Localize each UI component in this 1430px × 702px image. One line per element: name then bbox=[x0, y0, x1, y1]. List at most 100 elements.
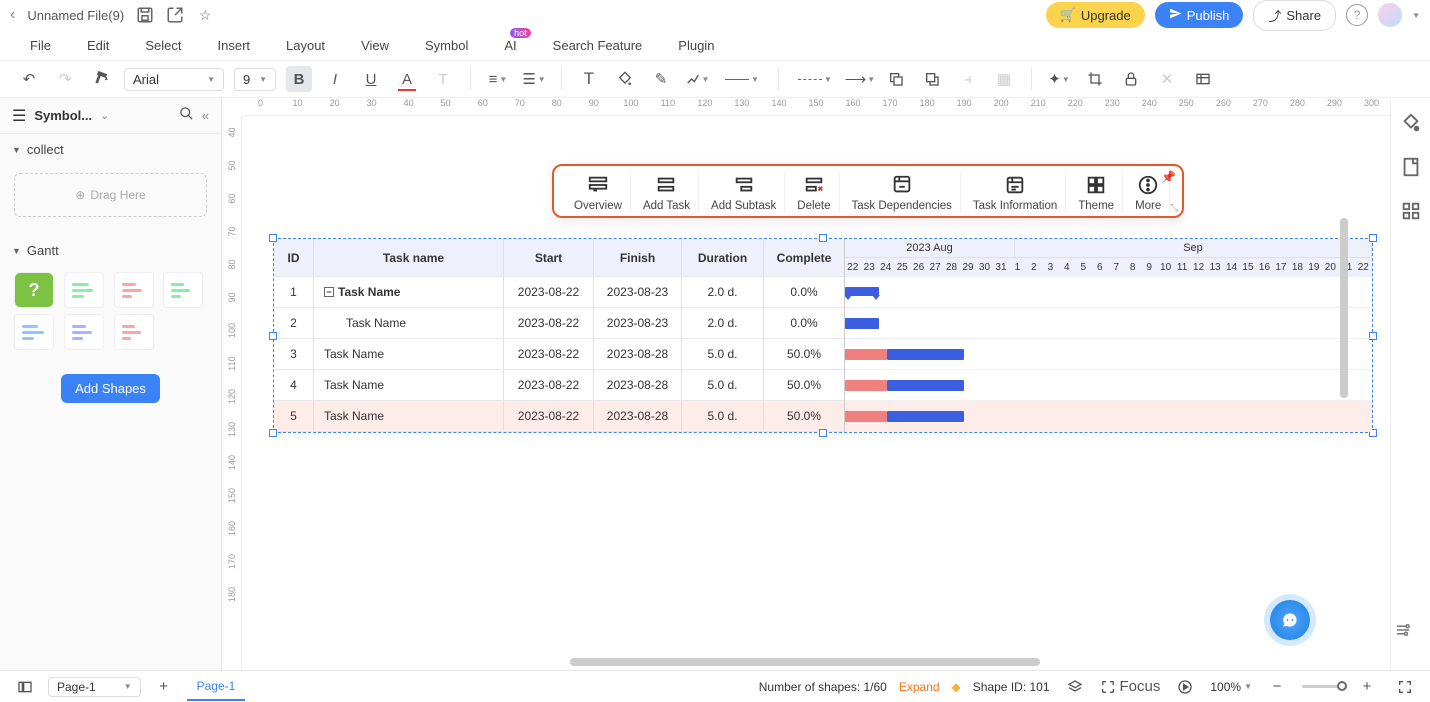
layers-icon[interactable] bbox=[1062, 674, 1088, 700]
tools-button[interactable]: ✕ bbox=[1154, 66, 1180, 92]
outline-toggle-icon[interactable] bbox=[12, 674, 38, 700]
horizontal-scrollbar[interactable] bbox=[240, 658, 1380, 668]
resize-handle[interactable] bbox=[1369, 234, 1377, 242]
menu-edit[interactable]: Edit bbox=[87, 38, 109, 53]
menu-file[interactable]: File bbox=[30, 38, 51, 53]
save-icon[interactable] bbox=[136, 6, 154, 24]
help-shape[interactable]: ? bbox=[14, 272, 54, 308]
page-panel-icon[interactable] bbox=[1400, 156, 1422, 178]
crop-button[interactable] bbox=[1082, 66, 1108, 92]
zoom-in-button[interactable]: + bbox=[1354, 674, 1380, 700]
insert-table-button[interactable] bbox=[1190, 66, 1216, 92]
align-left-obj-button[interactable]: ⫞ bbox=[955, 66, 981, 92]
menu-symbol[interactable]: Symbol bbox=[425, 38, 468, 53]
table-row[interactable]: 1−Task Name2023-08-222023-08-232.0 d.0.0… bbox=[274, 277, 844, 308]
menu-plugin[interactable]: Plugin bbox=[678, 38, 714, 53]
arrow-style-button[interactable]: ⟶▼ bbox=[847, 66, 873, 92]
redo-button[interactable]: ↷ bbox=[52, 66, 78, 92]
lock-button[interactable] bbox=[1118, 66, 1144, 92]
bold-button[interactable]: B bbox=[286, 66, 312, 92]
help-button[interactable]: ? bbox=[1346, 4, 1368, 26]
play-icon[interactable] bbox=[1172, 674, 1198, 700]
table-row[interactable]: 3Task Name2023-08-222023-08-285.0 d.50.0… bbox=[274, 339, 844, 370]
menu-view[interactable]: View bbox=[361, 38, 389, 53]
task-information-button[interactable]: Task Information bbox=[965, 174, 1066, 212]
search-icon[interactable] bbox=[179, 106, 194, 126]
connector-button[interactable]: ▼ bbox=[684, 66, 710, 92]
fullscreen-button[interactable] bbox=[1392, 674, 1418, 700]
fill-panel-icon[interactable] bbox=[1400, 112, 1422, 134]
collapse-sidebar-icon[interactable]: « bbox=[202, 108, 209, 123]
table-row[interactable]: 4Task Name2023-08-222023-08-285.0 d.50.0… bbox=[274, 370, 844, 401]
menu-layout[interactable]: Layout bbox=[286, 38, 325, 53]
table-row[interactable]: 5Task Name2023-08-222023-08-285.0 d.50.0… bbox=[274, 401, 844, 432]
undo-button[interactable]: ↶ bbox=[16, 66, 42, 92]
section-collect[interactable]: ▼collect bbox=[0, 134, 221, 165]
effects-button[interactable]: ✦▼ bbox=[1046, 66, 1072, 92]
fill-button[interactable] bbox=[612, 66, 638, 92]
underline-button[interactable]: U bbox=[358, 66, 384, 92]
table-row[interactable]: 2Task Name2023-08-222023-08-232.0 d.0.0% bbox=[274, 308, 844, 339]
behind-button[interactable] bbox=[883, 66, 909, 92]
font-color-button[interactable]: A bbox=[394, 66, 420, 92]
user-avatar[interactable] bbox=[1378, 3, 1402, 27]
add-page-button[interactable]: + bbox=[151, 674, 177, 700]
canvas-settings-icon[interactable] bbox=[1394, 621, 1412, 644]
menu-select[interactable]: Select bbox=[145, 38, 181, 53]
resize-handle[interactable] bbox=[819, 429, 827, 437]
font-size-select[interactable]: 9▼ bbox=[234, 68, 276, 91]
expand-link[interactable]: Expand bbox=[899, 680, 940, 694]
upgrade-button[interactable]: 🛒 Upgrade bbox=[1046, 2, 1145, 28]
vertical-scrollbar[interactable] bbox=[1340, 218, 1348, 398]
export-icon[interactable] bbox=[166, 6, 184, 24]
overview-button[interactable]: Overview bbox=[566, 174, 631, 212]
line-style-dash[interactable]: ▼ bbox=[793, 70, 837, 88]
avatar-dropdown[interactable]: ▼ bbox=[1412, 11, 1420, 20]
pin-icon[interactable]: 📌 bbox=[1161, 170, 1176, 184]
pen-tool-button[interactable]: ✎ bbox=[648, 66, 674, 92]
resize-handle[interactable] bbox=[269, 332, 277, 340]
gantt-shape-4[interactable] bbox=[14, 314, 54, 350]
gantt-shape-5[interactable] bbox=[64, 314, 104, 350]
align-v-button[interactable]: ☰▼ bbox=[521, 66, 547, 92]
canvas[interactable]: 0102030405060708090100110120130140150160… bbox=[222, 98, 1390, 672]
line-style-solid[interactable]: ▼ bbox=[720, 70, 764, 88]
drag-here-zone[interactable]: ⊕Drag Here bbox=[14, 173, 207, 217]
back-button[interactable]: ‹ bbox=[10, 6, 15, 24]
add-task-button[interactable]: Add Task bbox=[635, 174, 699, 212]
italic-button[interactable]: I bbox=[322, 66, 348, 92]
gantt-chart-object[interactable]: ID Task name Start Finish Duration Compl… bbox=[273, 238, 1373, 433]
publish-button[interactable]: Publish bbox=[1155, 2, 1244, 28]
highlight-button[interactable]: T bbox=[430, 66, 456, 92]
theme-button[interactable]: Theme bbox=[1070, 174, 1123, 212]
gantt-shape-1[interactable] bbox=[64, 272, 104, 308]
front-button[interactable] bbox=[919, 66, 945, 92]
focus-mode-icon[interactable]: Focus bbox=[1100, 674, 1161, 700]
distribute-button[interactable]: ▦ bbox=[991, 66, 1017, 92]
menu-insert[interactable]: Insert bbox=[218, 38, 251, 53]
page-tab[interactable]: Page-1 bbox=[187, 673, 246, 701]
add-shapes-button[interactable]: Add Shapes bbox=[61, 374, 160, 403]
menu-ai[interactable]: AIhot bbox=[504, 38, 516, 53]
resize-handle[interactable] bbox=[269, 234, 277, 242]
resize-handle[interactable] bbox=[819, 234, 827, 242]
favorite-icon[interactable]: ◆ bbox=[952, 680, 961, 694]
format-painter-icon[interactable] bbox=[88, 66, 114, 92]
menu-search[interactable]: Search Feature bbox=[553, 38, 643, 53]
sidebar-expand-icon[interactable]: ⌄ bbox=[100, 109, 109, 122]
resize-handle-icon[interactable]: ⤡ bbox=[1170, 203, 1178, 214]
gantt-shape-3[interactable] bbox=[163, 272, 203, 308]
apps-panel-icon[interactable] bbox=[1400, 200, 1422, 222]
page-select[interactable]: Page-1▼ bbox=[48, 677, 141, 697]
font-select[interactable]: Arial▼ bbox=[124, 68, 224, 91]
task-dependencies-button[interactable]: Task Dependencies bbox=[844, 174, 961, 212]
zoom-out-button[interactable]: − bbox=[1264, 674, 1290, 700]
delete-task-button[interactable]: Delete bbox=[789, 174, 839, 212]
chat-assistant-button[interactable] bbox=[1270, 600, 1310, 640]
text-tool-button[interactable]: T bbox=[576, 66, 602, 92]
star-icon[interactable]: ☆ bbox=[196, 6, 214, 24]
resize-handle[interactable] bbox=[269, 429, 277, 437]
section-gantt[interactable]: ▼Gantt bbox=[0, 235, 221, 266]
add-subtask-button[interactable]: Add Subtask bbox=[703, 174, 785, 212]
align-h-button[interactable]: ≡▼ bbox=[485, 66, 511, 92]
